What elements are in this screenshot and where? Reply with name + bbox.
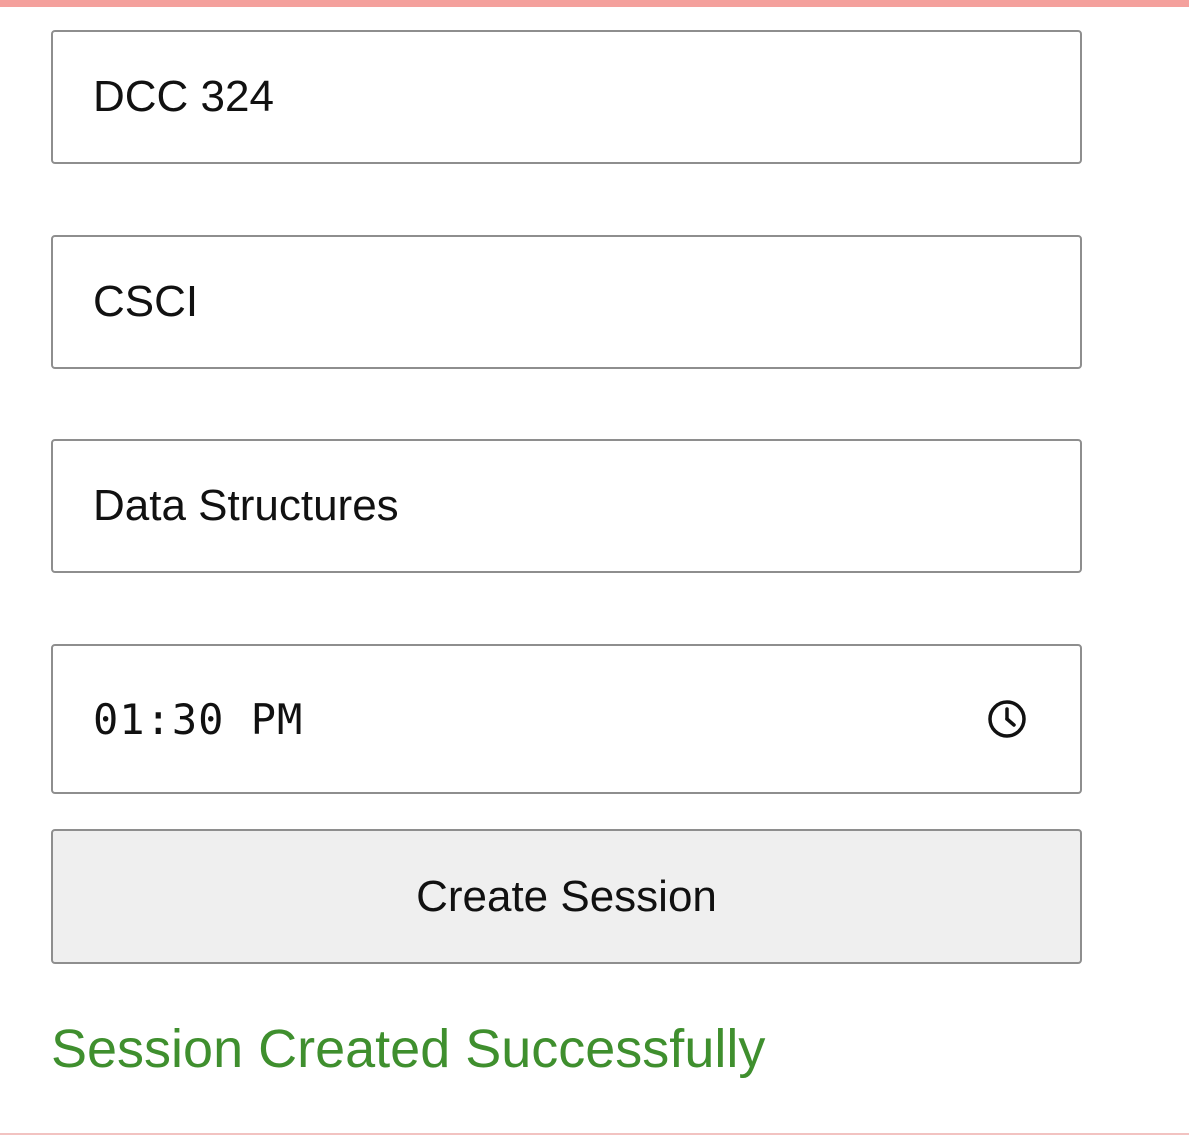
course-input[interactable]: Data Structures: [51, 439, 1082, 573]
course-input-value: Data Structures: [93, 481, 399, 530]
room-input-value: DCC 324: [93, 72, 274, 121]
time-input[interactable]: 01:30 PM: [51, 644, 1082, 794]
status-message: Session Created Successfully: [51, 1019, 766, 1079]
top-accent-bar: [0, 0, 1189, 7]
clock-icon[interactable]: [986, 698, 1028, 740]
bottom-divider: [0, 1133, 1189, 1135]
department-input[interactable]: CSCI: [51, 235, 1082, 369]
time-input-value: 01:30 PM: [93, 694, 304, 744]
room-input[interactable]: DCC 324: [51, 30, 1082, 164]
department-input-value: CSCI: [93, 277, 199, 326]
create-session-button[interactable]: Create Session: [51, 829, 1082, 964]
